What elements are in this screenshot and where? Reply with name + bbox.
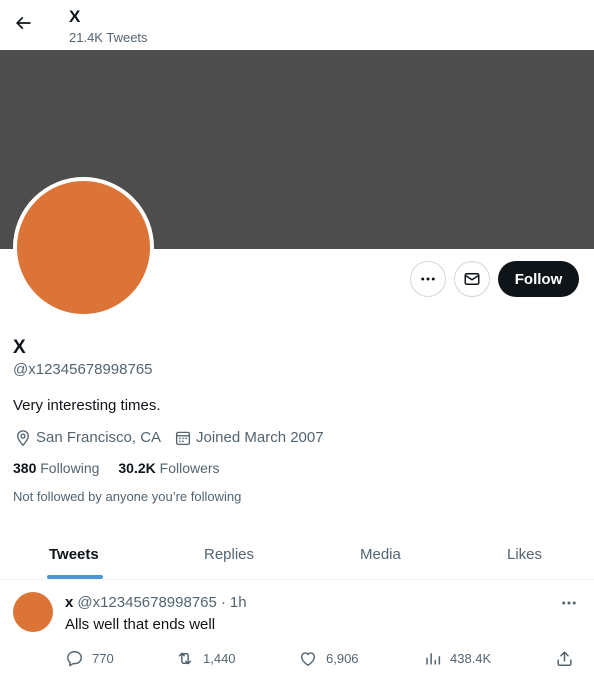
joined-text: Joined March 2007 [196, 429, 324, 446]
follow-button[interactable]: Follow [498, 261, 579, 297]
active-tab-indicator [47, 575, 103, 579]
following-count: 380 [13, 460, 37, 476]
heart-icon [300, 651, 316, 666]
location-pin-icon [17, 430, 29, 447]
tweet-more-button[interactable] [558, 594, 580, 612]
tweet-author-name[interactable]: x [65, 594, 73, 612]
retweet-count: 1,440 [203, 650, 236, 666]
tab-tweets[interactable]: Tweets [49, 530, 99, 579]
followers-label: Followers [159, 460, 220, 476]
share-icon [557, 650, 572, 666]
profile-joined: Joined March 2007 [174, 429, 324, 447]
profile-handle: @x12345678998765 [13, 361, 153, 378]
followers-link[interactable]: 30.2K Followers [118, 459, 219, 477]
following-label: Following [40, 460, 100, 476]
arrow-left-icon [15, 16, 31, 30]
more-options-button[interactable] [410, 261, 446, 297]
views-button[interactable]: 438.4K [424, 648, 491, 668]
tweet[interactable]: x @x12345678998765 · 1h Alls well that e… [0, 580, 594, 680]
top-bar: X 21.4K Tweets [0, 0, 594, 50]
bar-chart-icon [426, 652, 441, 664]
ellipsis-icon [421, 277, 435, 281]
page-title: X [69, 7, 81, 26]
location-text: San Francisco, CA [36, 429, 162, 446]
reply-count: 770 [92, 650, 114, 666]
tweet-header: x @x12345678998765 · 1h [65, 594, 247, 612]
profile-name: X [13, 337, 26, 358]
followers-count: 30.2K [118, 460, 156, 476]
not-followed-note: Not followed by anyone you’re following [13, 489, 242, 504]
profile-avatar[interactable] [13, 177, 154, 318]
tab-media[interactable]: Media [360, 530, 401, 579]
retweet-button[interactable]: 1,440 [175, 648, 236, 668]
tweet-count: 21.4K Tweets [69, 30, 148, 45]
tweet-text: Alls well that ends well [65, 616, 216, 633]
envelope-icon [464, 273, 480, 285]
reply-icon [67, 650, 82, 666]
reply-button[interactable]: 770 [65, 648, 114, 668]
tab-likes[interactable]: Likes [507, 530, 542, 579]
profile-tabs: Tweets Replies Media Likes [0, 530, 594, 580]
like-button[interactable]: 6,906 [298, 648, 359, 668]
follow-stats: 380 Following 30.2K Followers [13, 459, 239, 477]
tweet-time[interactable]: 1h [230, 594, 247, 612]
tweet-author-handle[interactable]: @x12345678998765 [77, 594, 217, 612]
share-button[interactable] [555, 648, 582, 668]
views-count: 438.4K [450, 650, 492, 666]
profile-location: San Francisco, CA [14, 429, 161, 447]
tab-replies[interactable]: Replies [204, 530, 254, 579]
profile-bio: Very interesting times. [13, 397, 161, 414]
retweet-icon [178, 652, 192, 664]
like-count: 6,906 [326, 650, 359, 666]
tweet-separator: · [220, 594, 226, 611]
ellipsis-icon [562, 601, 576, 605]
tweet-avatar[interactable] [13, 592, 53, 632]
following-link[interactable]: 380 Following [13, 459, 99, 477]
back-button[interactable] [8, 6, 38, 40]
message-button[interactable] [454, 261, 490, 297]
calendar-icon [175, 431, 191, 446]
